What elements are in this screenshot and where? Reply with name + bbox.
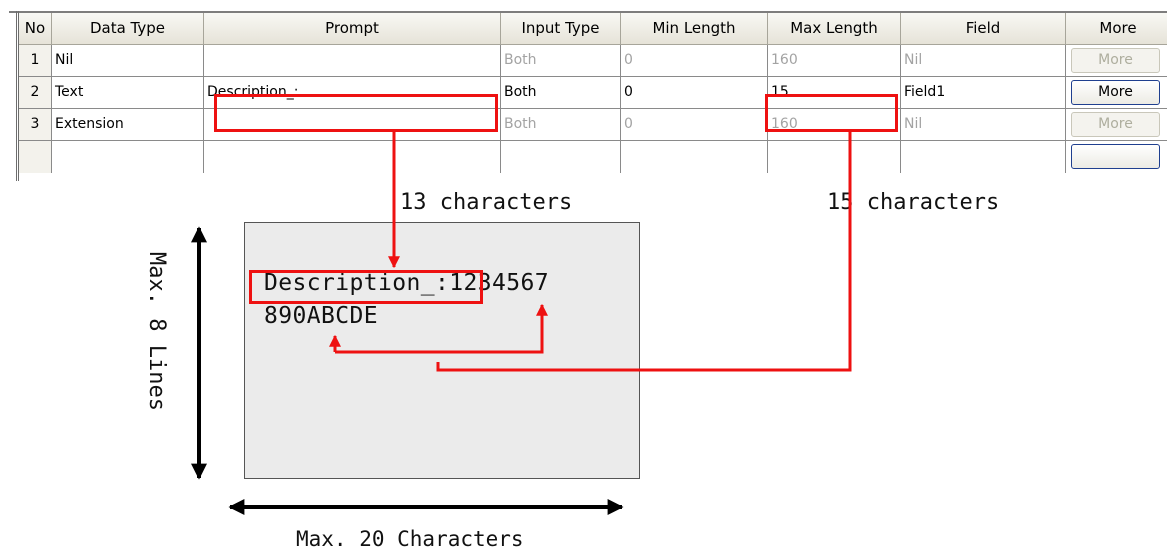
input-wrap-arrow-1	[335, 303, 548, 354]
connector-overlay	[191, 132, 852, 515]
max-length-connector-line	[436, 132, 852, 372]
